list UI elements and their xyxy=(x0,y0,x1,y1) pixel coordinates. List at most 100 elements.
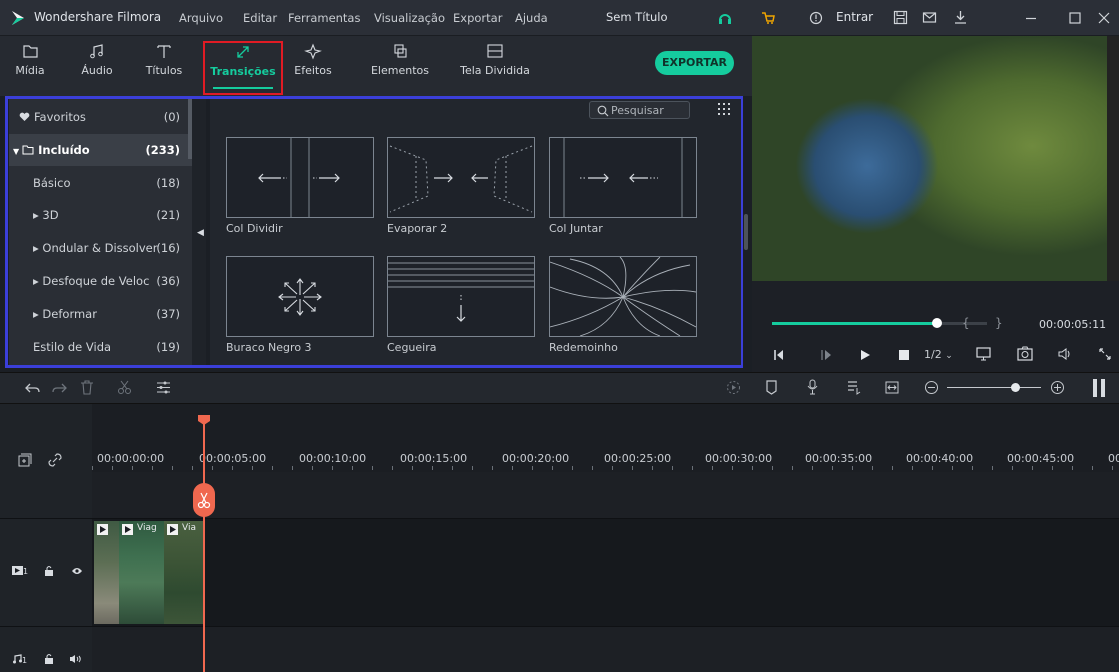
voiceover-list-icon[interactable] xyxy=(847,380,861,395)
menu-exportar[interactable]: Exportar xyxy=(453,11,502,25)
transition-card-label: Col Dividir xyxy=(226,222,283,235)
video-clip-icon xyxy=(97,524,108,535)
zoom-out-icon[interactable] xyxy=(924,380,939,395)
zoom-slider-track[interactable] xyxy=(947,387,1041,388)
tab-midia[interactable]: Mídia xyxy=(8,42,52,92)
blinds-thumbnail-icon xyxy=(388,262,534,322)
timeline-handle-right[interactable] xyxy=(1101,379,1105,397)
tab-tela-dividida[interactable]: Tela Dividida xyxy=(455,42,535,92)
lock-icon[interactable] xyxy=(44,565,54,577)
tab-titulos[interactable]: Títulos xyxy=(142,42,186,92)
display-icon[interactable] xyxy=(976,347,991,361)
transition-card-redemoinho[interactable] xyxy=(549,256,697,337)
transition-grid-panel: Pesquisar Col Dividir Evaporar 2 Col Jun… xyxy=(210,99,748,365)
maximize-icon[interactable] xyxy=(1068,11,1082,25)
tab-audio[interactable]: Áudio xyxy=(75,42,119,92)
transition-card-evaporar-2[interactable] xyxy=(387,137,535,218)
search-input[interactable]: Pesquisar xyxy=(589,101,690,119)
mail-icon[interactable] xyxy=(922,10,937,25)
ruler-label: 00:00:00:00 xyxy=(97,452,165,465)
sidebar-item-incluido[interactable]: ▼ Incluído (233) xyxy=(9,134,192,166)
transition-card-cegueira[interactable] xyxy=(387,256,535,337)
ruler-label: 00: xyxy=(1108,452,1119,465)
signin-link[interactable]: Entrar xyxy=(836,10,873,24)
tab-efeitos[interactable]: Efeitos xyxy=(291,42,335,92)
eye-icon[interactable] xyxy=(71,566,83,576)
add-track-icon[interactable] xyxy=(18,453,32,467)
collapse-arrow-icon[interactable]: ◀ xyxy=(197,228,204,238)
export-button[interactable]: EXPORTAR xyxy=(655,51,734,75)
sidebar-item-basico[interactable]: Básico (18) xyxy=(9,167,192,199)
undo-icon[interactable] xyxy=(25,381,40,395)
resolution-select[interactable]: 1/2 ⌄ xyxy=(924,348,953,361)
download-icon[interactable] xyxy=(953,10,968,25)
tab-elementos[interactable]: Elementos xyxy=(365,42,435,92)
render-icon[interactable] xyxy=(726,380,741,395)
mark-out-button[interactable]: } xyxy=(995,316,1003,330)
sidebar-item-favoritos-row: Favoritos xyxy=(19,110,86,124)
mark-in-button[interactable]: { xyxy=(962,316,970,330)
transition-card-col-dividir[interactable] xyxy=(226,137,374,218)
heart-icon xyxy=(19,112,30,121)
evaporate-thumbnail-icon xyxy=(389,145,533,213)
speaker-icon[interactable] xyxy=(69,654,82,664)
sidebar-item-label: ▸ Ondular & Dissolver xyxy=(33,241,158,255)
video-preview[interactable]: { } 00:00:05:11 xyxy=(752,36,1119,336)
menu-arquivo[interactable]: Arquivo xyxy=(179,11,223,25)
playhead-line[interactable] xyxy=(203,424,205,672)
link-icon[interactable] xyxy=(48,453,62,467)
video-clip[interactable]: Viag xyxy=(119,521,164,624)
cart-icon[interactable] xyxy=(761,11,775,25)
sparkle-icon xyxy=(304,43,322,60)
fit-timeline-icon[interactable] xyxy=(885,381,899,394)
grid-scrollbar[interactable] xyxy=(744,214,748,250)
video-track-icon xyxy=(12,566,23,575)
redo-icon[interactable] xyxy=(52,381,67,395)
adjust-icon[interactable] xyxy=(156,381,171,394)
marker-icon[interactable] xyxy=(765,380,778,395)
menu-ferramentas[interactable]: Ferramentas xyxy=(288,11,360,25)
transition-card-buraco-negro-3[interactable] xyxy=(226,256,374,337)
prev-frame-icon[interactable] xyxy=(773,349,785,361)
scissors-icon[interactable] xyxy=(117,380,132,395)
timeline-handle-left[interactable] xyxy=(1093,379,1097,397)
sidebar-item-favoritos[interactable]: Favoritos (0) xyxy=(9,101,192,133)
sidebar-item-desfoque[interactable]: ▸ Desfoque de Veloc (36) xyxy=(9,265,192,297)
split-open-thumbnail-icon xyxy=(258,138,340,217)
video-clip[interactable]: Via xyxy=(164,521,204,624)
save-icon[interactable] xyxy=(893,10,908,25)
sidebar-item-estilo-de-vida[interactable]: Estilo de Vida (19) xyxy=(9,331,192,363)
minimize-icon[interactable] xyxy=(1024,11,1038,25)
zoom-slider-handle[interactable] xyxy=(1011,383,1020,392)
menu-ajuda[interactable]: Ajuda xyxy=(515,11,548,25)
menu-editar[interactable]: Editar xyxy=(243,11,277,25)
delete-icon[interactable] xyxy=(80,380,94,395)
split-clip-button[interactable] xyxy=(193,483,215,517)
video-clip[interactable] xyxy=(94,521,119,624)
sidebar-item-ondular[interactable]: ▸ Ondular & Dissolver (16) xyxy=(9,232,192,264)
close-icon[interactable] xyxy=(1097,11,1111,25)
volume-icon[interactable] xyxy=(1057,347,1072,361)
sidebar-item-3d[interactable]: ▸ 3D (21) xyxy=(9,199,192,231)
fullscreen-icon[interactable] xyxy=(1098,347,1112,361)
transition-card-col-juntar[interactable] xyxy=(549,137,697,218)
stop-icon[interactable] xyxy=(899,350,909,360)
sidebar-item-deformar[interactable]: ▸ Deformar (37) xyxy=(9,298,192,330)
lock-icon[interactable] xyxy=(44,653,54,665)
play-slow-icon[interactable] xyxy=(820,349,832,361)
info-icon[interactable] xyxy=(809,11,823,25)
grid-view-icon[interactable] xyxy=(718,103,730,115)
play-icon[interactable] xyxy=(859,349,871,361)
headset-icon[interactable] xyxy=(718,11,732,25)
microphone-icon[interactable] xyxy=(806,379,819,395)
menu-visualizacao[interactable]: Visualização xyxy=(374,11,445,25)
sidebar-item-count: (18) xyxy=(156,176,180,190)
sidebar-item-label: ▸ 3D xyxy=(33,208,59,222)
tab-efeitos-label: Efeitos xyxy=(294,64,332,77)
progress-handle[interactable] xyxy=(932,318,942,328)
transition-icon xyxy=(237,46,249,58)
zoom-in-icon[interactable] xyxy=(1050,380,1065,395)
tab-transicoes[interactable]: Transições xyxy=(203,41,283,95)
snapshot-icon[interactable] xyxy=(1017,346,1033,361)
title-bar: Wondershare Filmora Arquivo Editar Ferra… xyxy=(0,0,1119,36)
